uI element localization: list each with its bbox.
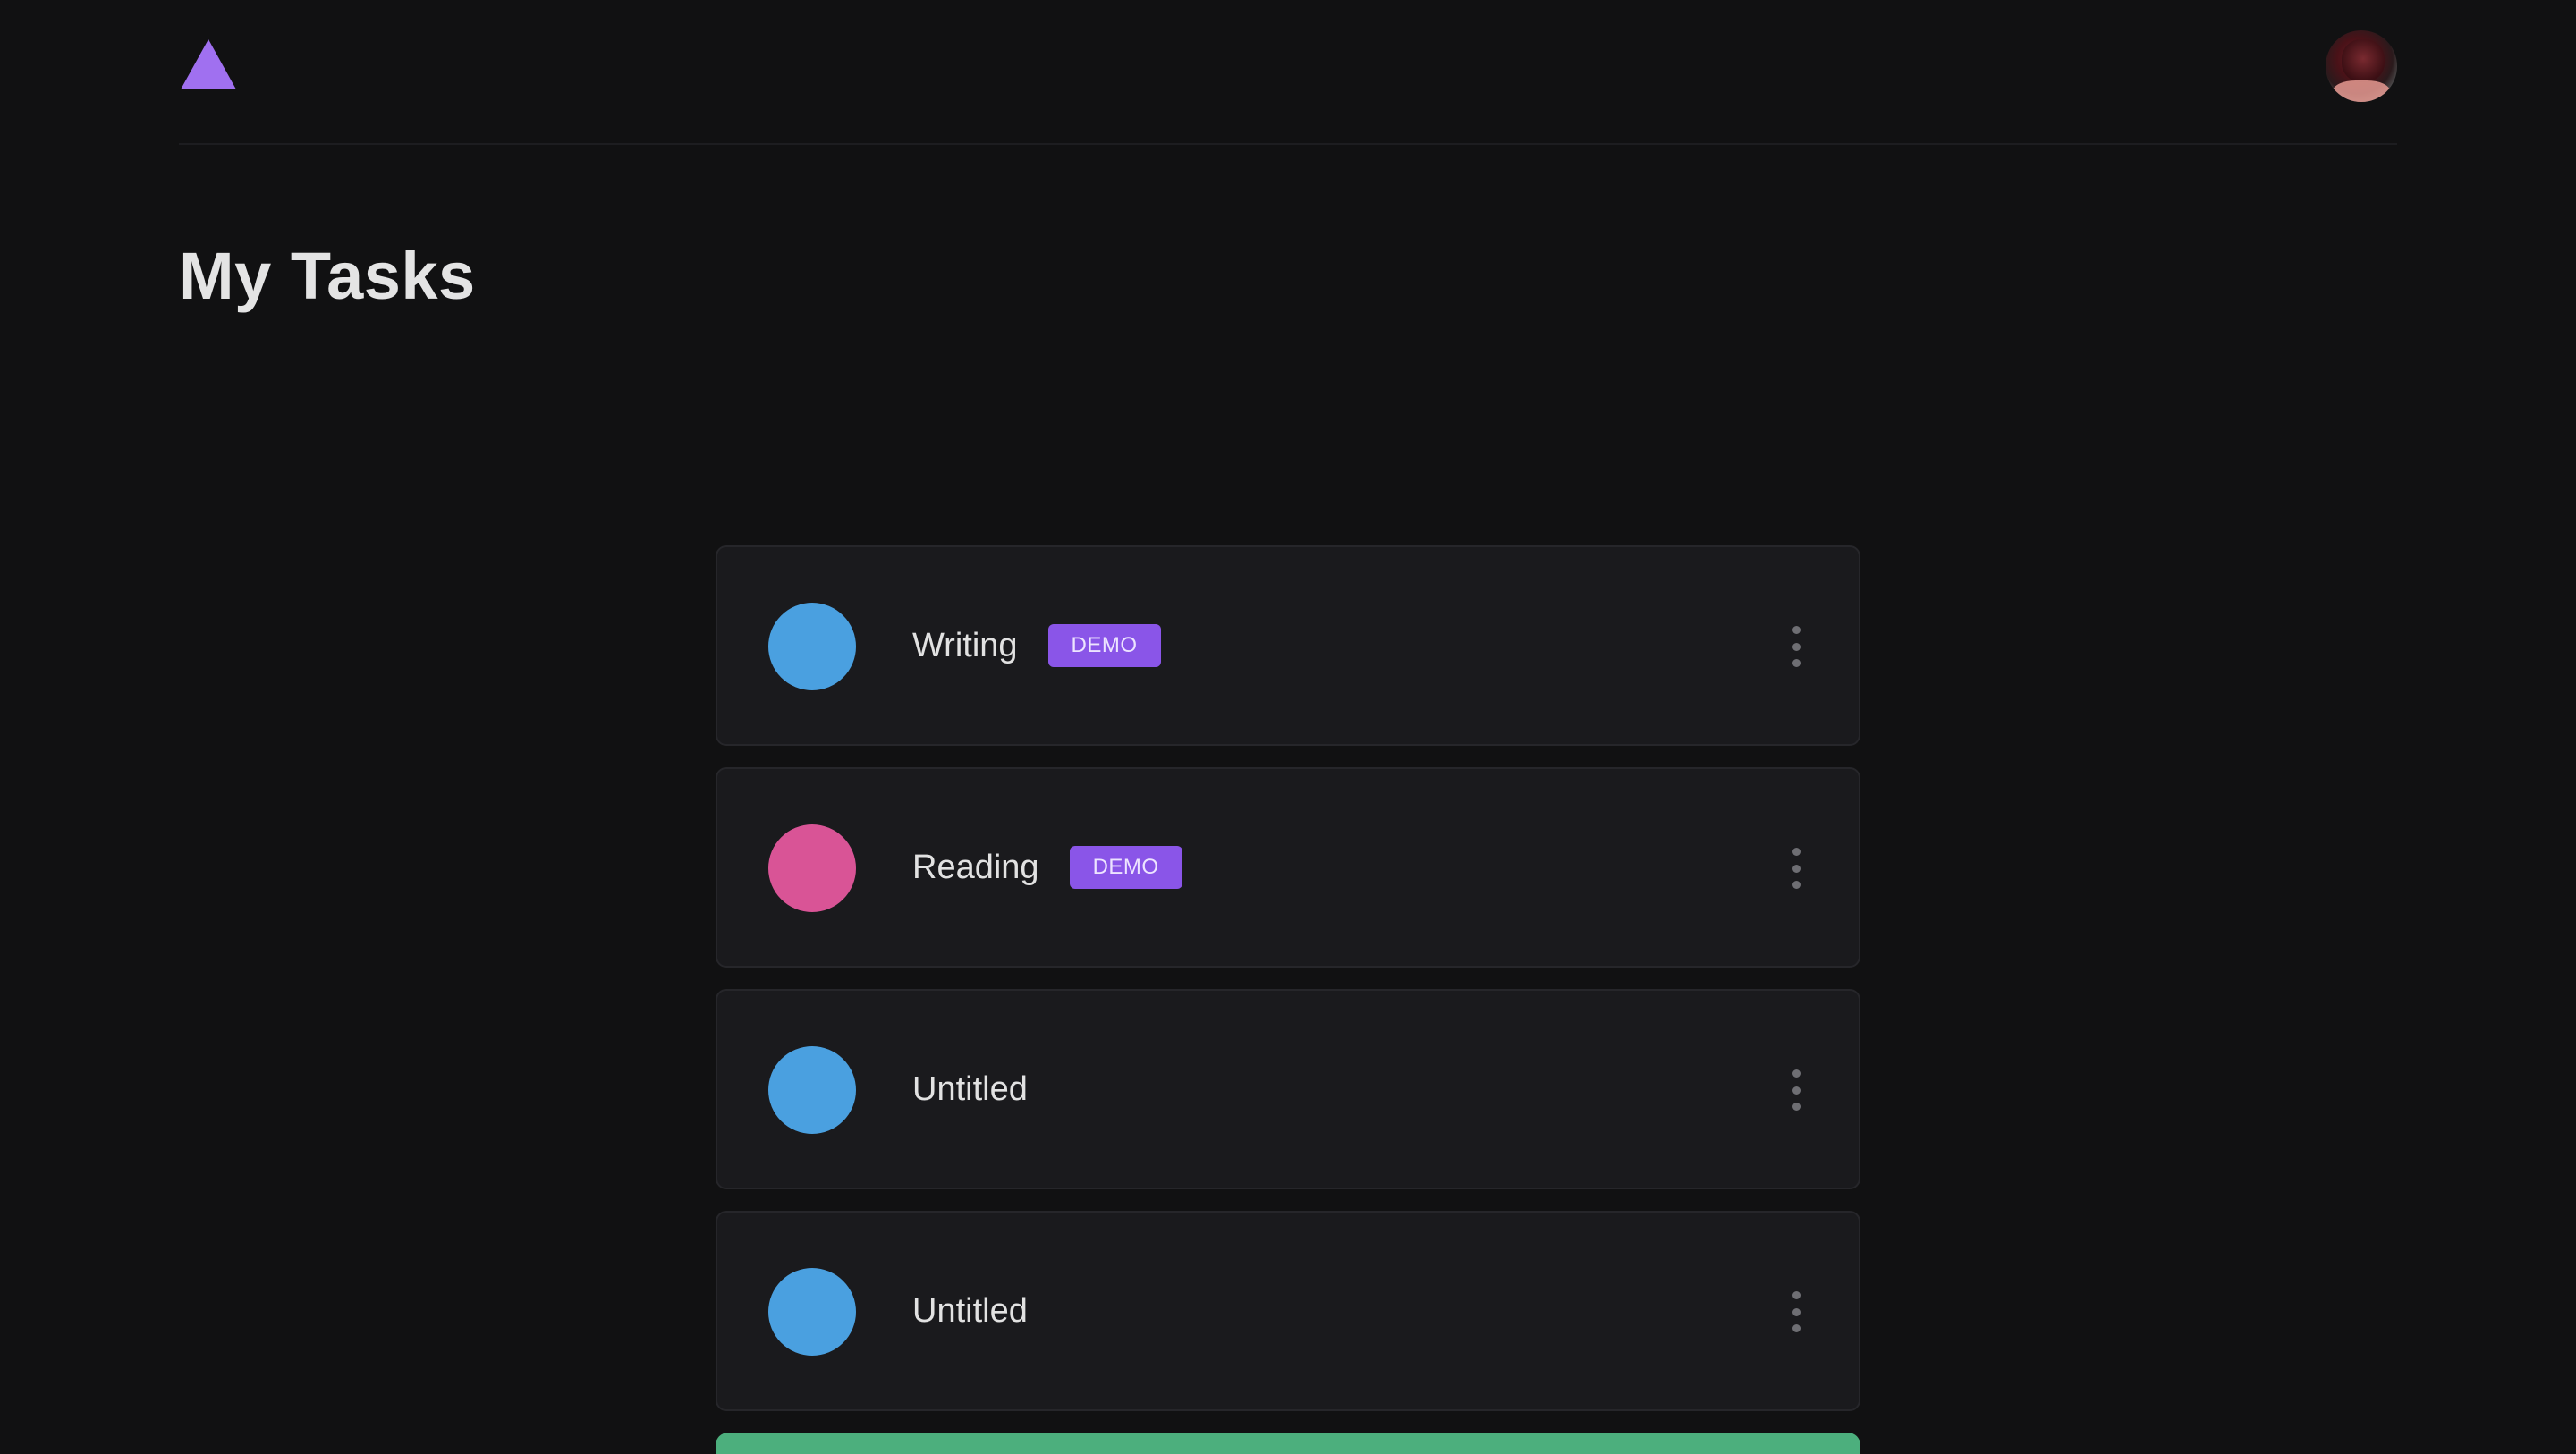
- task-title-wrap: Reading DEMO: [912, 769, 1182, 966]
- task-title: Untitled: [912, 1291, 1028, 1330]
- task-title: Reading: [912, 848, 1039, 886]
- task-color-dot: [768, 603, 856, 690]
- user-avatar[interactable]: [2326, 30, 2397, 102]
- avatar-shoulders: [2333, 80, 2390, 102]
- triangle-logo-icon[interactable]: [179, 38, 238, 91]
- avatar-image: [2342, 39, 2385, 82]
- task-color-dot: [768, 1046, 856, 1134]
- task-card-writing[interactable]: Writing DEMO: [716, 545, 1860, 746]
- top-header: [179, 0, 2397, 145]
- more-vertical-icon[interactable]: [1785, 1291, 1807, 1332]
- task-color-dot: [768, 824, 856, 912]
- demo-badge: DEMO: [1069, 846, 1182, 889]
- task-title: Untitled: [912, 1069, 1028, 1108]
- task-list: Writing DEMO Reading DEMO Untitled Untit…: [716, 545, 1860, 1433]
- more-vertical-icon[interactable]: [1785, 1069, 1807, 1111]
- more-vertical-icon[interactable]: [1785, 626, 1807, 667]
- task-title-wrap: Untitled: [912, 1213, 1028, 1409]
- page: My Tasks Writing DEMO Reading DEMO Untit…: [0, 0, 2576, 1454]
- task-title: Writing: [912, 626, 1018, 664]
- task-card-reading[interactable]: Reading DEMO: [716, 767, 1860, 968]
- add-task-button[interactable]: [716, 1433, 1860, 1454]
- task-title-wrap: Untitled: [912, 991, 1028, 1188]
- task-color-dot: [768, 1268, 856, 1356]
- task-card-untitled[interactable]: Untitled: [716, 989, 1860, 1189]
- task-title-wrap: Writing DEMO: [912, 547, 1161, 744]
- demo-badge: DEMO: [1047, 624, 1161, 667]
- page-title: My Tasks: [179, 239, 476, 313]
- task-card-untitled[interactable]: Untitled: [716, 1211, 1860, 1411]
- more-vertical-icon[interactable]: [1785, 848, 1807, 889]
